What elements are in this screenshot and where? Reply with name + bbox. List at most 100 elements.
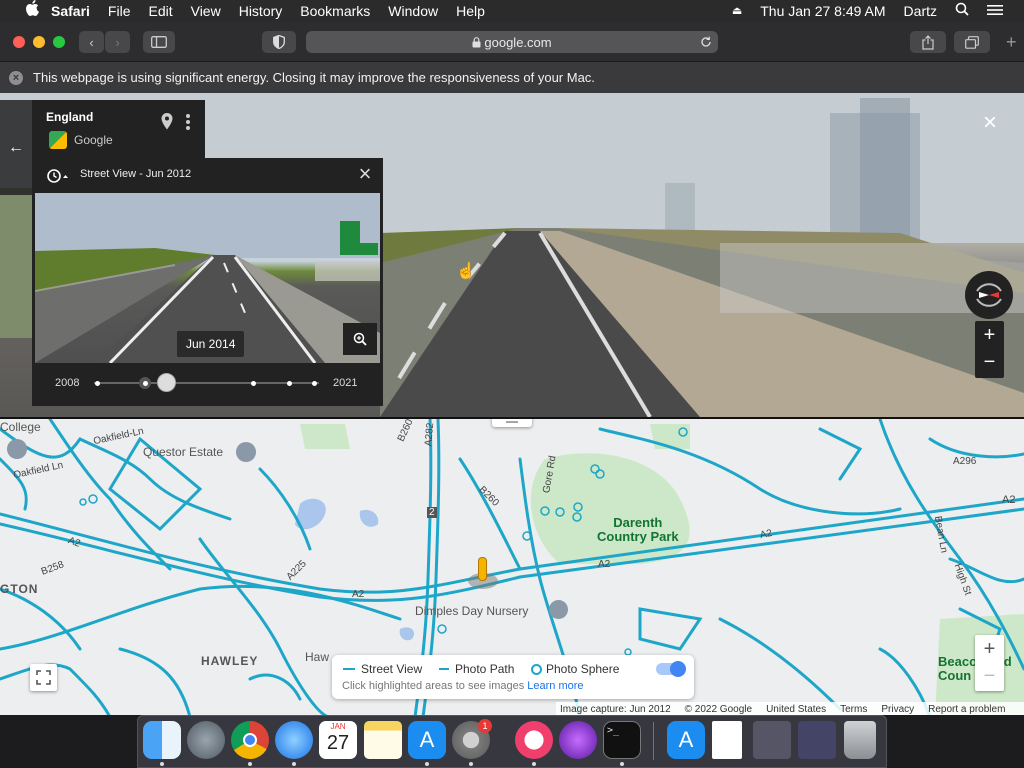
notes-icon[interactable] [364,721,402,759]
menu-history[interactable]: History [230,0,292,22]
map-resize-handle[interactable] [492,419,532,427]
road-label: A282 [423,422,437,447]
compass-button[interactable] [965,271,1013,319]
terminal-icon[interactable]: >_ [603,721,641,759]
more-options-button[interactable] [182,112,194,132]
menu-app-name[interactable]: Safari [42,0,99,22]
downloads-stack-icon[interactable] [753,721,791,759]
expand-map-button[interactable] [30,664,57,691]
menu-edit[interactable]: Edit [139,0,181,22]
timeline-dot[interactable] [143,380,148,386]
street-view-pegman-icon[interactable] [466,557,498,591]
eject-icon[interactable]: ⏏ [723,0,751,22]
spotlight-search-icon[interactable] [946,0,978,22]
street-view-layer-toggle[interactable] [656,661,686,677]
map-footer: Image capture: Jun 2012 © 2022 Google Un… [556,702,1024,715]
share-button[interactable] [910,31,946,53]
place-label[interactable]: Dimples Day Nursery [415,604,528,618]
address-bar[interactable]: google.com [306,31,718,53]
forward-button[interactable]: › [105,31,130,53]
map-zoom-out-button[interactable]: − [975,663,1004,691]
sidebar-button[interactable] [143,31,175,53]
country-link[interactable]: United States [766,704,826,715]
launchpad-icon[interactable] [187,721,225,759]
music-icon[interactable] [515,721,553,759]
zoom-in-button[interactable]: + [975,321,1004,349]
close-street-view-button[interactable]: × [980,111,1000,135]
reload-icon[interactable] [700,36,712,48]
running-indicator [160,762,164,766]
menu-file[interactable]: File [99,0,140,22]
menubar-user[interactable]: Dartz [895,0,946,22]
photo-path-dashed-icon [439,668,449,670]
time-machine-preview[interactable]: Jun 2014 [35,193,380,363]
google-maps-logo-icon [49,131,67,149]
timeline-dot[interactable] [251,380,256,386]
zoom-window-button[interactable] [53,36,65,48]
selected-date-tooltip: Jun 2014 [177,331,245,357]
timeline-slider[interactable] [94,373,319,392]
back-button[interactable]: ‹ [79,31,104,53]
running-indicator [248,762,252,766]
learn-more-link[interactable]: Learn more [527,680,583,692]
notification-badge: 1 [478,719,492,733]
chrome-icon[interactable] [231,721,269,759]
trash-icon[interactable] [844,721,876,759]
privacy-report-button[interactable] [262,31,296,53]
location-title: England [46,110,94,124]
tab-overview-button[interactable] [954,31,990,53]
control-center-icon[interactable] [978,0,1012,22]
dock-separator [653,722,654,760]
history-button[interactable] [46,168,70,189]
minimize-window-button[interactable] [33,36,45,48]
new-tab-button[interactable]: + [1006,31,1024,53]
close-time-machine-button[interactable]: × [355,163,375,185]
place-label[interactable]: College [0,420,41,434]
calendar-day: 27 [326,732,350,754]
school-pin-icon[interactable] [7,439,27,459]
screenshots-stack-icon[interactable] [798,721,836,759]
zoom-preview-button[interactable] [343,323,377,355]
document-icon[interactable] [712,721,742,759]
timeline-dot[interactable] [95,380,100,386]
privacy-link[interactable]: Privacy [881,704,914,715]
park-label[interactable]: Darenth Country Park [597,516,679,544]
area-label: GTON [0,582,39,596]
running-indicator [292,762,296,766]
apple-menu-icon[interactable] [16,0,39,22]
chevron-right-icon: › [115,34,120,50]
map-view[interactable]: Questor Estate Dimples Day Nursery HAWLE… [0,417,1024,715]
report-problem-link[interactable]: Report a problem [928,704,1005,715]
timeline-thumb[interactable] [156,373,176,392]
installer-icon[interactable] [559,721,597,759]
app-store-icon[interactable]: A [408,721,446,759]
sidebar-icon [151,36,167,48]
menu-bookmarks[interactable]: Bookmarks [291,0,379,22]
legend-photo-path: Photo Path [455,662,515,676]
menu-window[interactable]: Window [379,0,447,22]
timeline-end-year: 2021 [333,377,358,389]
zoom-out-button[interactable]: − [975,349,1004,377]
timeline-dot[interactable] [312,380,317,386]
calendar-icon[interactable]: JAN 27 [319,721,357,759]
close-banner-icon[interactable]: × [9,70,23,85]
close-window-button[interactable] [13,36,25,48]
finder-icon[interactable] [143,721,181,759]
url-text: google.com [484,34,552,50]
map-pin-button[interactable] [160,112,174,132]
timeline-dot[interactable] [287,380,292,386]
menu-view[interactable]: View [182,0,230,22]
place-label[interactable]: Questor Estate [143,445,223,459]
school-pin-icon[interactable] [549,600,568,619]
terms-link[interactable]: Terms [840,704,867,715]
menu-help[interactable]: Help [447,0,494,22]
map-zoom-in-button[interactable]: + [975,635,1004,663]
expand-icon [36,670,51,685]
share-icon [922,34,934,50]
menubar-clock[interactable]: Thu Jan 27 8:49 AM [751,0,894,22]
back-to-map-button[interactable]: ← [0,100,32,195]
safari-icon[interactable] [275,721,313,759]
school-pin-icon[interactable] [236,442,256,462]
app-store-folder-icon[interactable]: A [667,721,705,759]
place-label[interactable]: Haw [305,650,329,664]
